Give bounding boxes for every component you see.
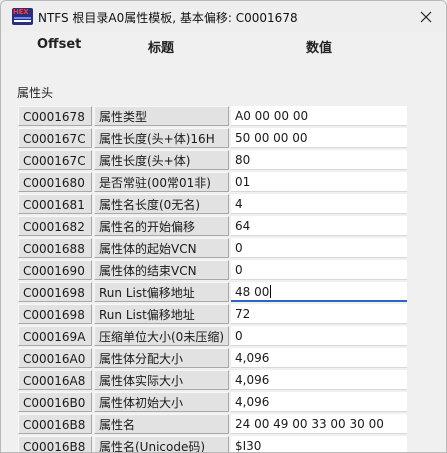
title-cell: 属性体实际大小 xyxy=(94,370,229,390)
offset-cell: C0001690 xyxy=(18,260,92,280)
value-input[interactable]: 01 xyxy=(231,172,407,192)
template-window: HEX NTFS 根目录A0属性模板, 基本偏移: C0001678 Offse… xyxy=(0,0,447,453)
template-row: C00016A0 属性体分配大小 4,096 xyxy=(18,347,408,369)
value-text: 0 xyxy=(235,263,243,277)
window-title: NTFS 根目录A0属性模板, 基本偏移: C0001678 xyxy=(38,11,298,25)
section-label: 属性头 xyxy=(17,86,54,100)
value-input[interactable]: 0 xyxy=(231,238,407,258)
text-caret xyxy=(270,285,272,298)
title-cell: 是否常驻(00常01非) xyxy=(94,172,229,192)
title-cell: 属性体分配大小 xyxy=(94,348,229,368)
title-cell: 属性名长度(0无名) xyxy=(94,194,229,214)
template-row: C00016A8 属性体实际大小 4,096 xyxy=(18,369,408,391)
template-row: C0001680 是否常驻(00常01非) 01 xyxy=(18,171,408,193)
template-row: C00016B8 属性名 24 00 49 00 33 00 30 00 xyxy=(18,413,408,435)
value-text: 80 xyxy=(235,153,251,167)
offset-cell: C000167C xyxy=(18,150,92,170)
offset-cell: C0001688 xyxy=(18,238,92,258)
template-row: C0001678 属性类型 A0 00 00 00 xyxy=(18,105,408,127)
template-row: C0001688 属性体的起始VCN 0 xyxy=(18,237,408,259)
value-text: A0 00 00 00 xyxy=(235,109,309,123)
value-text: 0 xyxy=(235,329,243,343)
template-row: C0001698 Run List偏移地址 72 xyxy=(18,303,408,325)
hex-editor-app-icon: HEX xyxy=(12,8,33,25)
title-cell: 压缩单位大小(0未压缩) xyxy=(94,326,229,346)
offset-cell: C00016A0 xyxy=(18,348,92,368)
template-row: C0001682 属性名的开始偏移 64 xyxy=(18,215,408,237)
value-text: 4,096 xyxy=(235,351,270,365)
value-input[interactable]: 24 00 49 00 33 00 30 00 xyxy=(231,414,407,434)
title-cell: 属性名(Unicode码) xyxy=(94,436,229,452)
template-row: C00016B8 属性名(Unicode码) $I30 xyxy=(18,435,408,453)
value-input[interactable]: 0 xyxy=(231,326,407,346)
title-cell: 属性类型 xyxy=(94,106,229,126)
template-row: C000169A 压缩单位大小(0未压缩) 0 xyxy=(18,325,408,347)
column-header-offset: Offset xyxy=(37,37,82,52)
template-row: C000167C 属性长度(头+体)16H 50 00 00 00 xyxy=(18,127,408,149)
title-cell: 属性体初始大小 xyxy=(94,392,229,412)
value-text: 64 xyxy=(235,219,251,233)
value-text: 48 00 xyxy=(235,285,270,299)
value-text: 72 xyxy=(235,307,251,321)
template-row: C0001690 属性体的结束VCN 0 xyxy=(18,259,408,281)
template-grid: C0001678 属性类型 A0 00 00 00 C000167C 属性长度(头+体)… xyxy=(18,105,408,453)
template-row: C000167C 属性长度(头+体) 80 xyxy=(18,149,408,171)
close-button[interactable] xyxy=(416,7,436,27)
title-cell: 属性名的开始偏移 xyxy=(94,216,229,236)
template-row: C0001681 属性名长度(0无名) 4 xyxy=(18,193,408,215)
value-text: 24 00 49 00 33 00 30 00 xyxy=(235,417,384,431)
title-cell: 属性体的结束VCN xyxy=(94,260,229,280)
template-row: C0001698 Run List偏移地址 48 00 xyxy=(18,281,408,303)
offset-cell: C000169A xyxy=(18,326,92,346)
offset-cell: C0001678 xyxy=(18,106,92,126)
title-cell: 属性名 xyxy=(94,414,229,434)
value-input-active[interactable]: 48 00 xyxy=(231,282,407,302)
offset-cell: C00016B0 xyxy=(18,392,92,412)
column-header-title: 标题 xyxy=(148,41,175,56)
offset-cell: C00016A8 xyxy=(18,370,92,390)
value-input[interactable]: 0 xyxy=(231,260,407,280)
title-cell: Run List偏移地址 xyxy=(94,304,229,324)
template-row: C00016B0 属性体初始大小 4,096 xyxy=(18,391,408,413)
value-text: $I30 xyxy=(235,439,262,453)
title-cell: 属性长度(头+体)16H xyxy=(94,128,229,148)
title-cell: Run List偏移地址 xyxy=(94,282,229,302)
value-text: 4,096 xyxy=(235,395,270,409)
value-input[interactable]: 4,096 xyxy=(231,370,407,390)
value-text: 0 xyxy=(235,241,243,255)
value-input[interactable]: 50 00 00 00 xyxy=(231,128,407,148)
value-text: 01 xyxy=(235,175,251,189)
value-text: 4 xyxy=(235,197,243,211)
value-text: 50 00 00 00 xyxy=(235,131,308,145)
value-text: 4,096 xyxy=(235,373,270,387)
offset-cell: C0001698 xyxy=(18,304,92,324)
offset-cell: C0001682 xyxy=(18,216,92,236)
offset-cell: C0001680 xyxy=(18,172,92,192)
offset-cell: C00016B8 xyxy=(18,414,92,434)
value-input[interactable]: 72 xyxy=(231,304,407,324)
offset-cell: C0001698 xyxy=(18,282,92,302)
value-input[interactable]: 4,096 xyxy=(231,348,407,368)
offset-cell: C000167C xyxy=(18,128,92,148)
vertical-scrollbar[interactable] xyxy=(440,32,446,452)
title-cell: 属性长度(头+体) xyxy=(94,150,229,170)
value-input[interactable]: A0 00 00 00 xyxy=(231,106,407,126)
value-input[interactable]: 4,096 xyxy=(231,392,407,412)
title-cell: 属性体的起始VCN xyxy=(94,238,229,258)
value-input[interactable]: 4 xyxy=(231,194,407,214)
value-input[interactable]: 64 xyxy=(231,216,407,236)
title-bar[interactable]: HEX NTFS 根目录A0属性模板, 基本偏移: C0001678 xyxy=(1,1,446,32)
close-icon xyxy=(420,11,432,23)
column-header-value: 数值 xyxy=(306,41,333,56)
offset-cell: C00016B8 xyxy=(18,436,92,452)
value-input[interactable]: 80 xyxy=(231,150,407,170)
app-icon-text: HEX xyxy=(13,8,29,16)
offset-cell: C0001681 xyxy=(18,194,92,214)
value-input[interactable]: $I30 xyxy=(231,436,407,453)
